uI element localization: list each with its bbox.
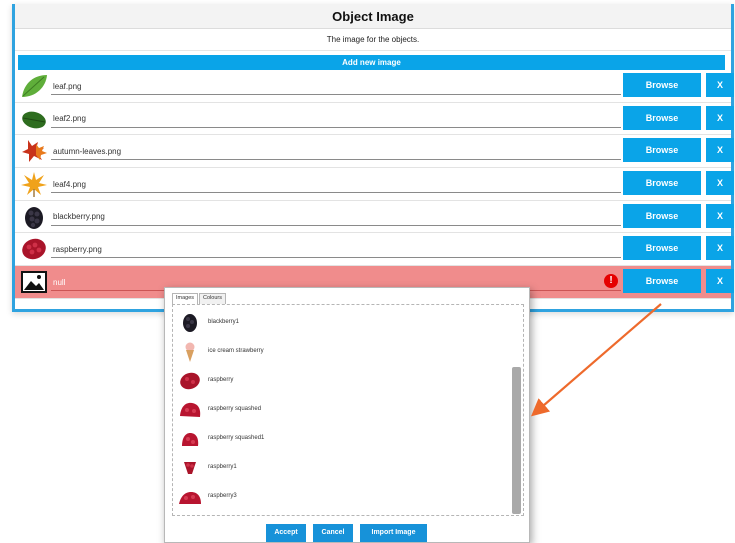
browse-button[interactable]: Browse: [623, 138, 701, 163]
image-row: Browse X: [15, 70, 734, 103]
leaf2-icon: [22, 111, 46, 129]
remove-button[interactable]: X: [706, 171, 734, 196]
scrollbar-thumb[interactable]: [512, 367, 521, 514]
leaf4-icon: [21, 172, 47, 198]
picker-tabs: Images Colours: [172, 293, 227, 304]
tab-images[interactable]: Images: [172, 293, 199, 304]
raspberry-icon: [22, 239, 46, 260]
image-rows: Browse X Browse X Browse X: [15, 70, 734, 299]
scrollbar[interactable]: [512, 308, 521, 514]
list-item-label: raspberry3: [208, 493, 237, 499]
filename-field[interactable]: [51, 176, 621, 194]
filename-field[interactable]: [51, 241, 621, 259]
object-image-panel: Object Image The image for the objects. …: [12, 4, 734, 312]
list-item[interactable]: raspberry1: [178, 456, 498, 480]
browse-button[interactable]: Browse: [623, 203, 701, 228]
browse-button[interactable]: Browse: [623, 73, 701, 97]
image-list[interactable]: blackberry1 ice cream strawberry raspber…: [172, 304, 524, 516]
image-row: Browse X: [15, 102, 734, 136]
list-item-label: blackberry1: [208, 319, 240, 325]
ice-cream-icon: [185, 342, 195, 362]
list-item-label: raspberry squashed1: [208, 435, 265, 441]
add-new-image-button[interactable]: Add new image: [18, 55, 725, 70]
list-item-label: raspberry: [208, 377, 234, 383]
remove-button[interactable]: X: [706, 73, 734, 97]
blackberry-icon: [25, 206, 43, 229]
list-item-label: ice cream strawberry: [208, 348, 264, 354]
list-item[interactable]: blackberry1: [178, 311, 498, 335]
list-item[interactable]: raspberry: [178, 369, 498, 393]
image-row: Browse X: [15, 233, 734, 267]
image-row: Browse X: [15, 135, 734, 169]
tab-colours[interactable]: Colours: [199, 293, 226, 304]
panel-description: The image for the objects.: [15, 29, 731, 51]
image-picker-popup: Images Colours blackberry1 ice cream str…: [164, 287, 530, 543]
filename-field[interactable]: [51, 110, 621, 128]
browse-button[interactable]: Browse: [623, 236, 701, 261]
raspberry-squashed-icon: [179, 492, 201, 504]
image-row: Browse X: [15, 168, 734, 201]
list-item-label: raspberry1: [208, 464, 237, 470]
filename-field[interactable]: [51, 143, 621, 161]
remove-button[interactable]: X: [706, 138, 734, 163]
raspberry-squashed-icon: [180, 402, 201, 417]
list-item-label: raspberry squashed: [208, 406, 262, 412]
remove-button[interactable]: X: [706, 105, 734, 130]
autumn-leaves-icon: [22, 140, 47, 163]
leaf-icon: [22, 75, 47, 97]
list-item[interactable]: ice cream strawberry: [178, 340, 498, 364]
list-item[interactable]: raspberry3: [178, 485, 498, 509]
remove-button[interactable]: X: [706, 203, 734, 228]
import-image-button[interactable]: Import Image: [360, 524, 427, 542]
raspberry-icon: [180, 372, 200, 390]
accept-button[interactable]: Accept: [266, 524, 306, 542]
raspberry-squashed-icon: [182, 433, 199, 446]
image-row: Browse X: [15, 200, 734, 234]
remove-button[interactable]: X: [706, 269, 734, 294]
broken-image-icon: [21, 271, 47, 294]
list-item[interactable]: raspberry squashed1: [178, 427, 498, 451]
filename-field[interactable]: [51, 78, 621, 95]
blackberry-icon: [183, 314, 197, 332]
browse-button[interactable]: Browse: [623, 171, 701, 196]
browse-button[interactable]: Browse: [623, 105, 701, 130]
list-item[interactable]: raspberry squashed: [178, 398, 498, 422]
filename-field[interactable]: [51, 208, 621, 226]
panel-title: Object Image: [15, 4, 731, 29]
remove-button[interactable]: X: [706, 236, 734, 261]
raspberry-icon: [184, 462, 196, 474]
cancel-button[interactable]: Cancel: [313, 524, 353, 542]
browse-button[interactable]: Browse: [623, 269, 701, 294]
